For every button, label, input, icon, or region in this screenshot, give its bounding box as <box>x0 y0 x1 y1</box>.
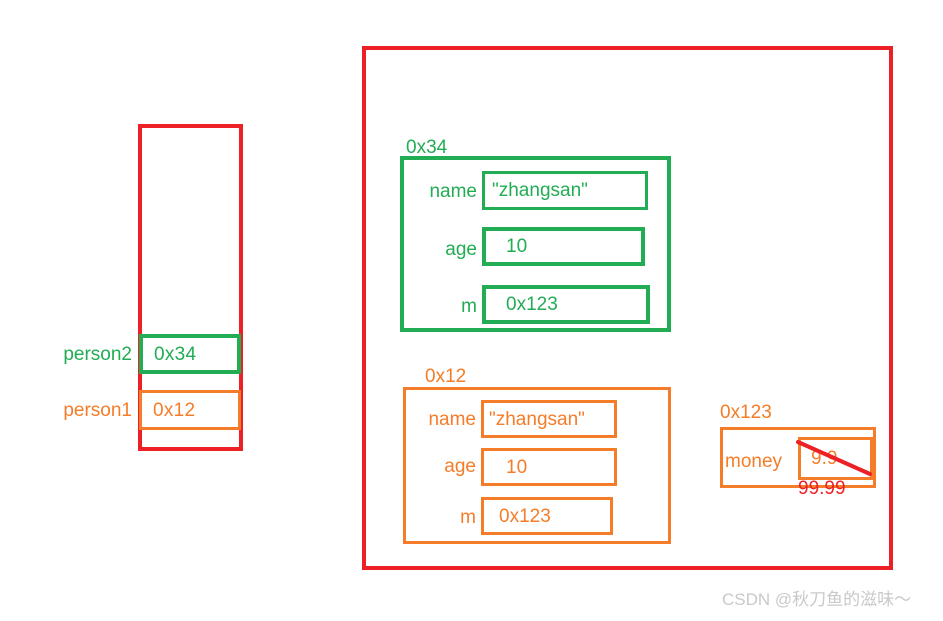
stack-label-person1: person1 <box>63 400 132 421</box>
field-label-m-0x34: m <box>461 296 477 317</box>
field-label-m-0x12: m <box>460 507 476 528</box>
field-value-box-age-0x12: 10 <box>481 448 617 486</box>
field-value-box-m-0x34: 0x123 <box>482 285 650 324</box>
field-value-m-0x12: 0x123 <box>499 505 551 527</box>
field-value-box-money-0x123: 9.9 <box>798 437 873 480</box>
object-address-label-0x34: 0x34 <box>406 137 448 158</box>
field-value-box-name-0x34: "zhangsan" <box>482 171 648 210</box>
field-label-age-0x34: age <box>445 239 477 260</box>
field-value-box-m-0x12: 0x123 <box>481 497 613 535</box>
field-label-money-0x123: money <box>725 451 783 472</box>
field-value-name-0x34: "zhangsan" <box>492 180 588 201</box>
field-label-age-0x12: age <box>444 456 476 477</box>
field-value-m-0x34: 0x123 <box>506 294 558 315</box>
object-address-label-0x12: 0x12 <box>425 366 467 387</box>
watermark-text: CSDN @秋刀鱼的滋味～ <box>722 590 912 609</box>
field-label-name-0x34: name <box>429 181 477 202</box>
object-address-label-0x123: 0x123 <box>720 402 772 423</box>
stack-slot-person1: 0x12 <box>139 390 241 430</box>
field-value-age-0x34: 10 <box>506 236 528 257</box>
stack-slot-person1-value: 0x12 <box>153 399 196 421</box>
stack-slot-person2-value: 0x34 <box>154 343 197 365</box>
field-value-age-0x12: 10 <box>506 456 528 478</box>
field-value-name-0x12: "zhangsan" <box>489 408 585 430</box>
diagram-canvas: person2 0x34 person1 0x12 0x34 name "zha… <box>0 0 943 621</box>
stack-slot-person2: 0x34 <box>139 334 241 374</box>
field-label-name-0x12: name <box>428 409 476 430</box>
field-value-money-0x123: 9.9 <box>811 448 838 469</box>
field-value-box-name-0x12: "zhangsan" <box>481 400 617 438</box>
stack-label-person2: person2 <box>63 344 132 365</box>
field-updated-value-money-0x123: 99.99 <box>798 478 846 499</box>
field-value-box-age-0x34: 10 <box>482 227 645 266</box>
